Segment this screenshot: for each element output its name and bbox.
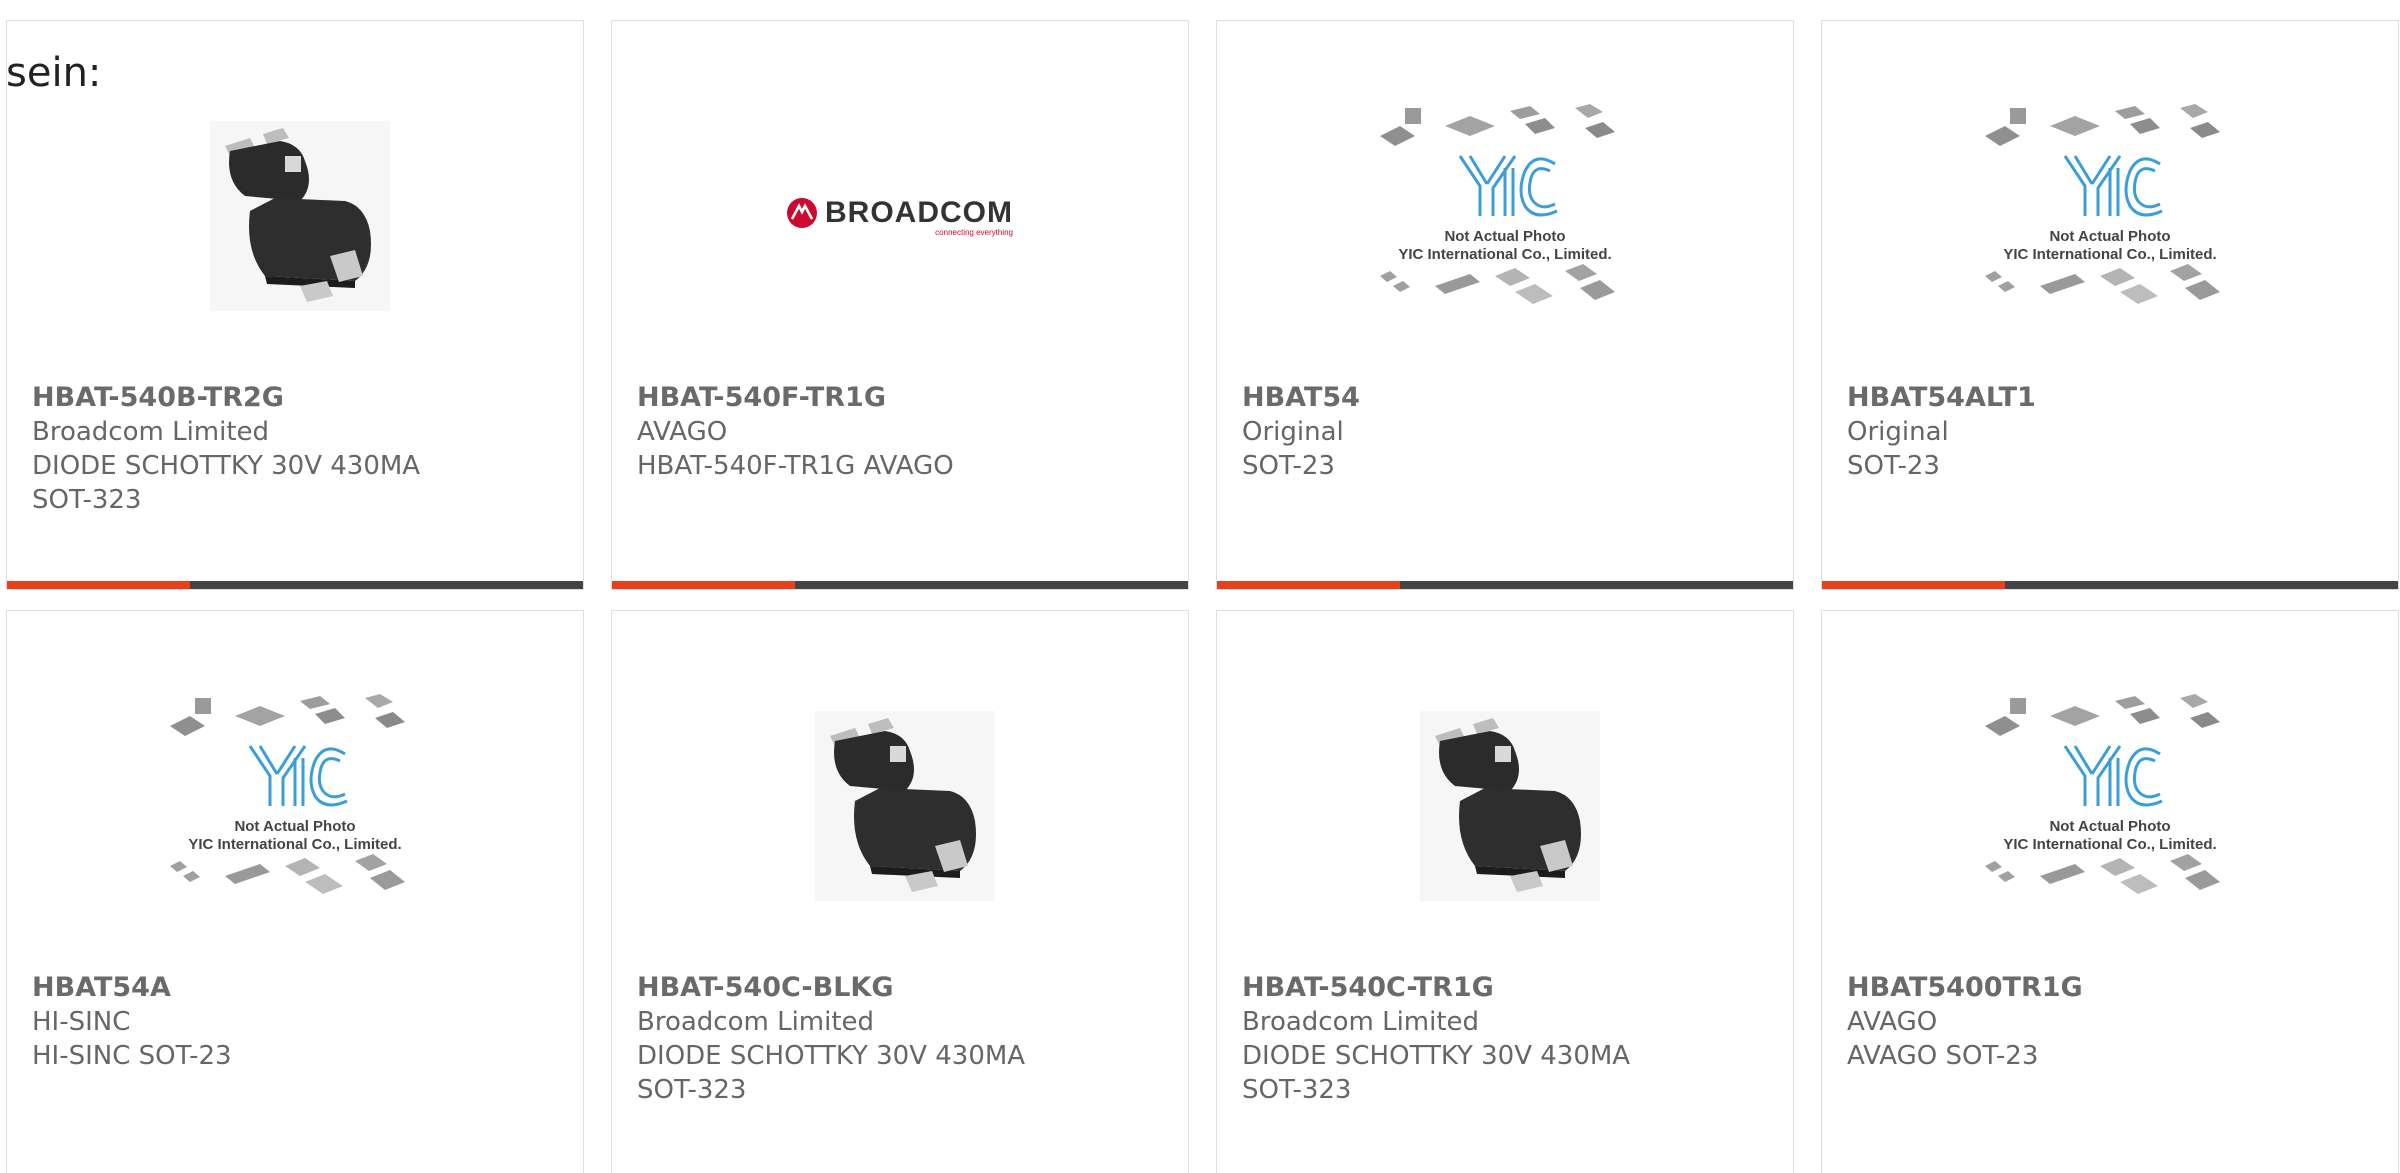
product-card[interactable]: HBAT-540C-BLKG Broadcom Limited DIODE SCHO… [611, 610, 1189, 1173]
product-card[interactable]: Not Actual Photo YIC International Co., L… [1821, 610, 2399, 1173]
product-photo[interactable]: Not Actual Photo YIC International Co., L… [1822, 81, 2398, 351]
placeholder-image: Not Actual Photo YIC International Co., L… [1980, 686, 2240, 926]
accent-segment [7, 581, 190, 589]
product-photo[interactable]: BROADCOM connecting everything [612, 81, 1188, 351]
product-grid-page: sein: HBAT-540B-TR2G Broadcom Limited DIOD… [0, 0, 2400, 1173]
package: SOT-323 [32, 485, 142, 515]
part-number[interactable]: HBAT5400TR1G [1847, 971, 2388, 1005]
product-card[interactable]: Not Actual Photo YIC International Co., L… [1216, 20, 1794, 590]
product-card[interactable]: Not Actual Photo YIC International Co., L… [6, 610, 584, 1173]
description: AVAGO SOT-23 [1847, 1041, 2039, 1071]
part-number[interactable]: HBAT-540C-TR1G [1242, 971, 1783, 1005]
package: SOT-323 [637, 1075, 747, 1105]
broadcom-logo: BROADCOM connecting everything [787, 196, 1013, 237]
placeholder-image: Not Actual Photo YIC International Co., L… [165, 686, 425, 926]
product-photo[interactable]: Not Actual Photo YIC International Co., L… [1217, 81, 1793, 351]
product-info: HBAT-540C-TR1G Broadcom Limited DIODE SCHO… [1242, 971, 1783, 1107]
description: HI-SINC SOT-23 [32, 1041, 232, 1071]
description: SOT-23 [1847, 451, 1940, 481]
manufacturer: HI-SINC [32, 1007, 131, 1037]
placeholder-caption-line2: YIC International Co., Limited. [1398, 246, 1612, 263]
description: DIODE SCHOTTKY 30V 430MA [32, 451, 421, 481]
product-card[interactable]: Not Actual Photo YIC International Co., L… [1821, 20, 2399, 590]
package: SOT-323 [1242, 1075, 1352, 1105]
manufacturer: AVAGO [637, 417, 728, 447]
placeholder-caption-line2: YIC International Co., Limited. [2003, 836, 2217, 853]
part-number[interactable]: HBAT-540F-TR1G [637, 381, 1178, 415]
description: SOT-23 [1242, 451, 1335, 481]
product-info: HBAT-540B-TR2G Broadcom Limited DIODE SCHO… [32, 381, 573, 517]
product-image[interactable] [205, 116, 390, 316]
description: DIODE SCHOTTKY 30V 430MA [1242, 1041, 1631, 1071]
product-photo[interactable] [612, 671, 1188, 941]
product-info: HBAT54ALT1 Original SOT-23 [1847, 381, 2388, 483]
manufacturer: AVAGO [1847, 1007, 1938, 1037]
placeholder-caption-line1: Not Actual Photo [2049, 228, 2171, 245]
intro-text: sein: [6, 50, 102, 96]
product-photo[interactable] [7, 81, 583, 351]
product-image[interactable] [1415, 706, 1600, 906]
placeholder-caption-line1: Not Actual Photo [234, 818, 356, 835]
manufacturer: Original [1847, 417, 1949, 447]
product-card[interactable]: HBAT-540B-TR2G Broadcom Limited DIODE SCHO… [6, 20, 584, 590]
placeholder-caption-line1: Not Actual Photo [2049, 818, 2171, 835]
product-card[interactable]: BROADCOM connecting everything HBAT-540F-T… [611, 20, 1189, 590]
product-info: HBAT-540F-TR1G AVAGO HBAT-540F-TR1G AVAGO [637, 381, 1178, 483]
product-photo[interactable]: Not Actual Photo YIC International Co., L… [7, 671, 583, 941]
manufacturer: Original [1242, 417, 1344, 447]
part-number[interactable]: HBAT54 [1242, 381, 1783, 415]
part-number[interactable]: HBAT54A [32, 971, 573, 1005]
manufacturer: Broadcom Limited [1242, 1007, 1480, 1037]
card-accent-bar [612, 581, 1188, 589]
broadcom-mark-icon [787, 197, 817, 228]
placeholder-image: Not Actual Photo YIC International Co., L… [1375, 96, 1635, 336]
product-info: HBAT5400TR1G AVAGO AVAGO SOT-23 [1847, 971, 2388, 1073]
description: HBAT-540F-TR1G AVAGO [637, 451, 954, 481]
accent-segment [612, 581, 795, 589]
product-info: HBAT54A HI-SINC HI-SINC SOT-23 [32, 971, 573, 1073]
part-number[interactable]: HBAT-540B-TR2G [32, 381, 573, 415]
manufacturer: Broadcom Limited [32, 417, 270, 447]
part-number[interactable]: HBAT54ALT1 [1847, 381, 2388, 415]
product-info: HBAT54 Original SOT-23 [1242, 381, 1783, 483]
product-info: HBAT-540C-BLKG Broadcom Limited DIODE SCHO… [637, 971, 1178, 1107]
card-accent-bar [1822, 581, 2398, 589]
product-photo[interactable]: Not Actual Photo YIC International Co., L… [1822, 671, 2398, 941]
placeholder-caption-line2: YIC International Co., Limited. [2003, 246, 2217, 263]
accent-segment [1217, 581, 1400, 589]
product-photo[interactable] [1217, 671, 1793, 941]
card-accent-bar [1217, 581, 1793, 589]
product-card[interactable]: HBAT-540C-TR1G Broadcom Limited DIODE SCHO… [1216, 610, 1794, 1173]
part-number[interactable]: HBAT-540C-BLKG [637, 971, 1178, 1005]
description: DIODE SCHOTTKY 30V 430MA [637, 1041, 1026, 1071]
broadcom-wordmark: BROADCOM [825, 195, 1013, 229]
manufacturer: Broadcom Limited [637, 1007, 875, 1037]
placeholder-image: Not Actual Photo YIC International Co., L… [1980, 96, 2240, 336]
card-accent-bar [7, 581, 583, 589]
accent-segment [1822, 581, 2005, 589]
product-image[interactable] [810, 706, 995, 906]
placeholder-caption-line2: YIC International Co., Limited. [188, 836, 402, 853]
placeholder-caption-line1: Not Actual Photo [1444, 228, 1566, 245]
